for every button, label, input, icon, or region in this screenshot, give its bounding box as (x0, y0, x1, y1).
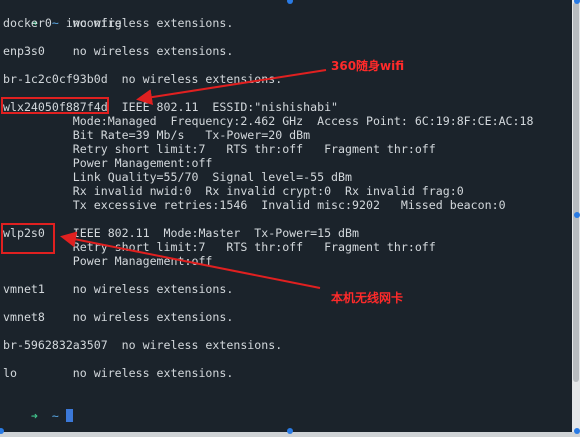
selection-handle-bottom-right[interactable] (574, 428, 580, 434)
scrollbar-thumb[interactable] (573, 2, 579, 382)
selection-handle-bottom[interactable] (287, 428, 293, 434)
terminal-window[interactable]: ➜ ~ iwconfig docker0 no wireless extensi… (0, 0, 572, 432)
arrow-to-wlx (136, 69, 327, 106)
annotation-arrows (60, 69, 327, 289)
annotation-local-nic: 本机无线网卡 (331, 291, 404, 305)
arrow-to-wlp (60, 231, 321, 289)
selection-handle-right[interactable] (574, 212, 580, 218)
annotation-360-wifi: 360随身wifi (331, 59, 405, 73)
